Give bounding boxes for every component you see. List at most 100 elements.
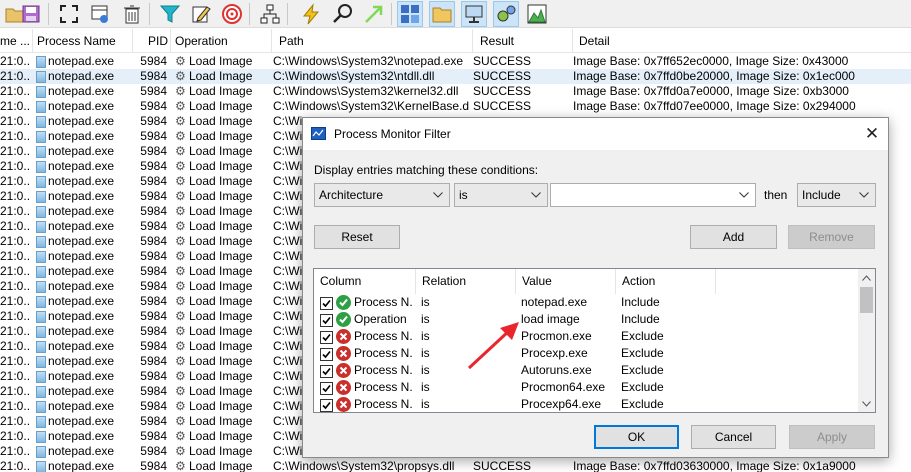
process-cell: notepad.exe (34, 354, 132, 369)
filter-icon[interactable] (157, 1, 183, 27)
action-dropdown[interactable]: Include (797, 183, 876, 207)
process-cell: notepad.exe (34, 159, 132, 174)
highlight-icon[interactable] (188, 1, 214, 27)
filter-column: Process N... (354, 346, 412, 360)
table-row[interactable]: 21:0...notepad.exe5984⚙Load ImageC:\Wind… (0, 459, 911, 472)
table-row[interactable]: 21:0...notepad.exe5984⚙Load ImageC:\Wind… (0, 84, 911, 99)
filter-list[interactable]: Column Relation Value Action Process N..… (313, 268, 876, 413)
filter-list-scrollbar[interactable] (858, 269, 875, 412)
process-cell: notepad.exe (34, 279, 132, 294)
reset-button[interactable]: Reset (314, 225, 400, 249)
filter-checkbox[interactable] (320, 399, 333, 412)
column-header-time[interactable]: me ... (0, 29, 33, 53)
column-dropdown[interactable]: Architecture (314, 183, 450, 207)
operation-cell: ⚙ Load Image (174, 159, 270, 174)
filter-row[interactable]: Process N... is Procexp64.exe Exclude (314, 396, 859, 412)
filter-row[interactable]: Process N... is notepad.exe Include (314, 294, 859, 311)
process-activity-icon[interactable] (493, 1, 519, 27)
filter-checkbox[interactable] (320, 382, 333, 395)
registry-activity-icon[interactable] (397, 1, 423, 27)
pid-cell: 5984 (140, 354, 167, 368)
filter-checkbox[interactable] (320, 331, 333, 344)
operation-name: Load Image (189, 429, 253, 443)
pid-cell: 5984 (140, 69, 167, 83)
filter-relation: is (421, 363, 430, 377)
process-cell: notepad.exe (34, 429, 132, 444)
operation-cell: ⚙ Load Image (174, 114, 270, 129)
operation-cell: ⚙ Load Image (174, 309, 270, 324)
find-icon[interactable] (330, 1, 356, 27)
process-cell: notepad.exe (34, 204, 132, 219)
time-cell: 21:0... (0, 54, 30, 68)
jump-icon[interactable] (298, 1, 324, 27)
operation-name: Load Image (189, 249, 253, 263)
include-process-icon[interactable] (219, 1, 245, 27)
filter-row[interactable]: Process N... is Procmon.exe Exclude (314, 328, 859, 345)
column-header-operation[interactable]: Operation (171, 29, 272, 53)
pid-cell: 5984 (140, 444, 167, 458)
filter-action: Exclude (621, 346, 664, 360)
pid-cell: 5984 (140, 144, 167, 158)
filter-checkbox[interactable] (320, 348, 333, 361)
table-row[interactable]: 21:0...notepad.exe5984⚙Load ImageC:\Wind… (0, 69, 911, 84)
process-icon (36, 191, 46, 203)
filter-row[interactable]: Process N... is Autoruns.exe Exclude (314, 362, 859, 379)
close-button[interactable]: ✕ (856, 118, 888, 150)
autoscroll-icon[interactable] (87, 1, 113, 27)
column-header-pid[interactable]: PID (133, 29, 171, 53)
filter-checkbox[interactable] (320, 365, 333, 378)
column-header-result[interactable]: Result (473, 29, 573, 53)
column-header-path[interactable]: Path (272, 29, 473, 53)
jump-to-object-icon[interactable] (361, 1, 387, 27)
filter-header-relation[interactable]: Relation (416, 269, 516, 294)
filter-row[interactable]: Process N... is Procexp.exe Exclude (314, 345, 859, 362)
process-name: notepad.exe (48, 414, 115, 428)
result-cell: SUCCESS (473, 69, 532, 83)
process-name: notepad.exe (48, 279, 115, 293)
filter-row[interactable]: Operation is load image Include (314, 311, 859, 328)
scroll-up-icon[interactable] (858, 269, 875, 286)
cancel-button[interactable]: Cancel (691, 425, 776, 449)
apply-button[interactable]: Apply (789, 425, 875, 449)
time-cell: 21:0... (0, 264, 30, 278)
operation-name: Load Image (189, 54, 253, 68)
filter-checkbox[interactable] (320, 314, 333, 327)
save-icon[interactable] (18, 1, 44, 27)
filter-header-value[interactable]: Value (516, 269, 616, 294)
network-activity-icon[interactable] (461, 1, 487, 27)
filter-value: load image (521, 312, 580, 326)
include-check-icon (336, 312, 351, 327)
table-row[interactable]: 21:0...notepad.exe5984⚙Load ImageC:\Wind… (0, 54, 911, 69)
relation-dropdown-value: is (459, 188, 468, 202)
relation-dropdown[interactable]: is (454, 183, 548, 207)
filter-header-column[interactable]: Column (314, 269, 416, 294)
path-cell: C:\Windows\System32\ntdll.dll (273, 69, 435, 83)
exclude-x-icon (336, 346, 351, 361)
filter-row[interactable]: Process N... is Procmon64.exe Exclude (314, 379, 859, 396)
scrollbar-thumb[interactable] (860, 287, 873, 313)
operation-cell: ⚙ Load Image (174, 294, 270, 309)
process-name: notepad.exe (48, 54, 115, 68)
capture-icon[interactable] (56, 1, 82, 27)
process-icon (36, 251, 46, 263)
column-header-detail[interactable]: Detail (573, 29, 911, 53)
filesystem-activity-icon[interactable] (429, 1, 455, 27)
time-cell: 21:0... (0, 69, 30, 83)
clear-icon[interactable] (119, 1, 145, 27)
time-cell: 21:0... (0, 204, 30, 218)
filter-value: Procmon.exe (521, 329, 592, 343)
scroll-down-icon[interactable] (858, 395, 875, 412)
gear-icon: ⚙ (175, 339, 186, 353)
process-icon (36, 281, 46, 293)
dialog-titlebar[interactable]: Process Monitor Filter ✕ (303, 118, 888, 150)
column-header-process-name[interactable]: Process Name (33, 29, 133, 53)
profiling-events-icon[interactable] (524, 1, 550, 27)
filter-checkbox[interactable] (320, 297, 333, 310)
add-button[interactable]: Add (690, 225, 777, 249)
value-combobox[interactable] (550, 183, 756, 207)
ok-button[interactable]: OK (594, 425, 679, 449)
remove-button[interactable]: Remove (788, 225, 875, 249)
tree-icon[interactable] (257, 1, 283, 27)
table-row[interactable]: 21:0...notepad.exe5984⚙Load ImageC:\Wind… (0, 99, 911, 114)
filter-header-action[interactable]: Action (616, 269, 716, 294)
